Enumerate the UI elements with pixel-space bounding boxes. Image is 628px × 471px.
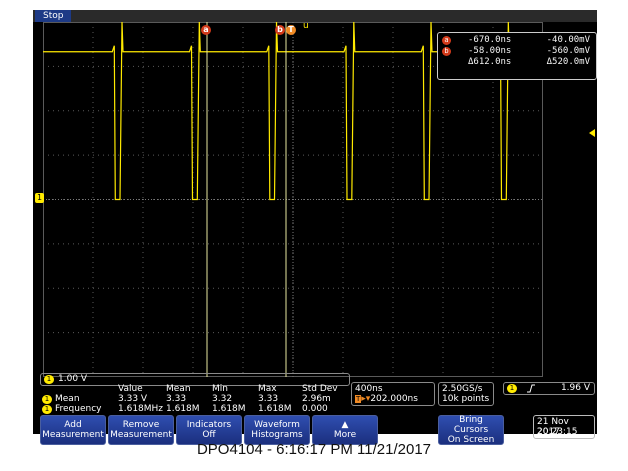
measurement-mean: 3.33 bbox=[166, 394, 187, 404]
header-std-dev: Std Dev bbox=[302, 384, 338, 394]
cursor-b-badge: b bbox=[442, 47, 451, 56]
cursor-delta-time: Δ612.0ns bbox=[468, 57, 512, 67]
date-time-readout: 21 Nov 2017 20:23:15 bbox=[533, 415, 595, 439]
acquisition-status[interactable]: Stop bbox=[35, 10, 72, 22]
sample-rate: 2.50GS/s bbox=[442, 384, 483, 394]
cursor-b-time: -58.00ns bbox=[468, 46, 512, 56]
button-line: Measurement bbox=[110, 430, 172, 440]
header-min: Min bbox=[212, 384, 228, 394]
measurement-value: 1.618MHz bbox=[118, 404, 164, 414]
measurement-min: 3.32 bbox=[212, 394, 233, 404]
measurement-max: 3.33 bbox=[258, 394, 279, 404]
button-line: Measurement bbox=[42, 430, 104, 440]
trigger-level: 1.96 V bbox=[560, 383, 590, 393]
trigger-source-badge: 1 bbox=[507, 384, 517, 393]
measurement-mean: 1.618M bbox=[166, 404, 200, 414]
measurement-2-badge: 1 bbox=[42, 405, 52, 414]
cursor-a-marker[interactable]: a bbox=[201, 25, 211, 35]
button-line: Histograms bbox=[251, 430, 303, 440]
record-length: 10k points bbox=[442, 394, 490, 404]
cursor-readout-row-b: b -58.00ns -560.0mV bbox=[442, 46, 592, 57]
cursor-readout: a -670.0ns -40.00mV b -58.00ns -560.0mV … bbox=[437, 32, 597, 80]
image-caption: DPO4104 - 6:16:17 PM 11/21/2017 bbox=[196, 441, 432, 458]
measurement-table: Value Mean Min Max Std Dev 1 Mean 3.33 V… bbox=[40, 384, 348, 414]
cursor-a-volts: -40.00mV bbox=[546, 35, 590, 45]
button-line: Off bbox=[202, 430, 216, 440]
cursor-a-time: -670.0ns bbox=[468, 35, 512, 45]
measurement-min: 1.618M bbox=[212, 404, 246, 414]
trigger-readout[interactable]: 1 1.96 V bbox=[503, 382, 595, 395]
measurement-max: 1.618M bbox=[258, 404, 292, 414]
header-mean: Mean bbox=[166, 384, 191, 394]
up-arrow-icon: ▲ bbox=[341, 420, 349, 430]
top-status-bar: Stop bbox=[33, 10, 597, 22]
cursor-b-marker[interactable]: b bbox=[275, 25, 285, 35]
measurement-std: 0.000 bbox=[302, 404, 328, 414]
button-line: More bbox=[333, 430, 357, 440]
rising-edge-icon bbox=[527, 384, 535, 393]
acquisition-readout[interactable]: 2.50GS/s 10k points bbox=[438, 382, 494, 406]
measurement-1-badge: 1 bbox=[42, 395, 52, 404]
measurement-name: Mean bbox=[55, 394, 80, 404]
timebase-readout[interactable]: 400ns T▸▾202.000ns bbox=[351, 382, 435, 406]
button-line: Remove bbox=[122, 420, 160, 430]
expansion-point-marker: u bbox=[303, 21, 309, 31]
horizontal-delay: T▸▾202.000ns bbox=[355, 394, 418, 404]
channel-1-ground-marker[interactable]: 1 bbox=[35, 193, 44, 203]
horizontal-scale: 400ns bbox=[355, 384, 383, 394]
cursor-readout-row-delta: Δ612.0ns Δ520.0mV bbox=[442, 57, 592, 68]
cursor-a-badge: a bbox=[442, 36, 451, 45]
button-line: Add bbox=[64, 420, 82, 430]
measurement-value: 3.33 V bbox=[118, 394, 148, 404]
header-max: Max bbox=[258, 384, 277, 394]
trigger-position-marker[interactable]: T bbox=[286, 25, 296, 35]
time: 20:23:15 bbox=[537, 427, 578, 437]
header-value: Value bbox=[118, 384, 143, 394]
button-line: Indicators bbox=[186, 420, 232, 430]
measurement-std: 2.96m bbox=[302, 394, 331, 404]
button-line: Bring bbox=[459, 415, 483, 425]
oscilloscope-screen: Stop a b T u a -670.0ns -40.00mV b -58.0… bbox=[33, 10, 597, 445]
delay-value: 202.000ns bbox=[370, 394, 418, 404]
trigger-level-arrow[interactable] bbox=[589, 129, 595, 137]
channel-1-badge: 1 bbox=[44, 375, 54, 384]
button-line: Cursors bbox=[453, 425, 489, 435]
measurement-name: Frequency bbox=[55, 404, 102, 414]
channel-1-scale: 1.00 V bbox=[58, 374, 88, 384]
cursor-b-volts: -560.0mV bbox=[546, 46, 590, 56]
cursor-delta-volts: Δ520.0mV bbox=[546, 57, 590, 67]
cursor-readout-row-a: a -670.0ns -40.00mV bbox=[442, 35, 592, 46]
button-line: Waveform bbox=[254, 420, 300, 430]
